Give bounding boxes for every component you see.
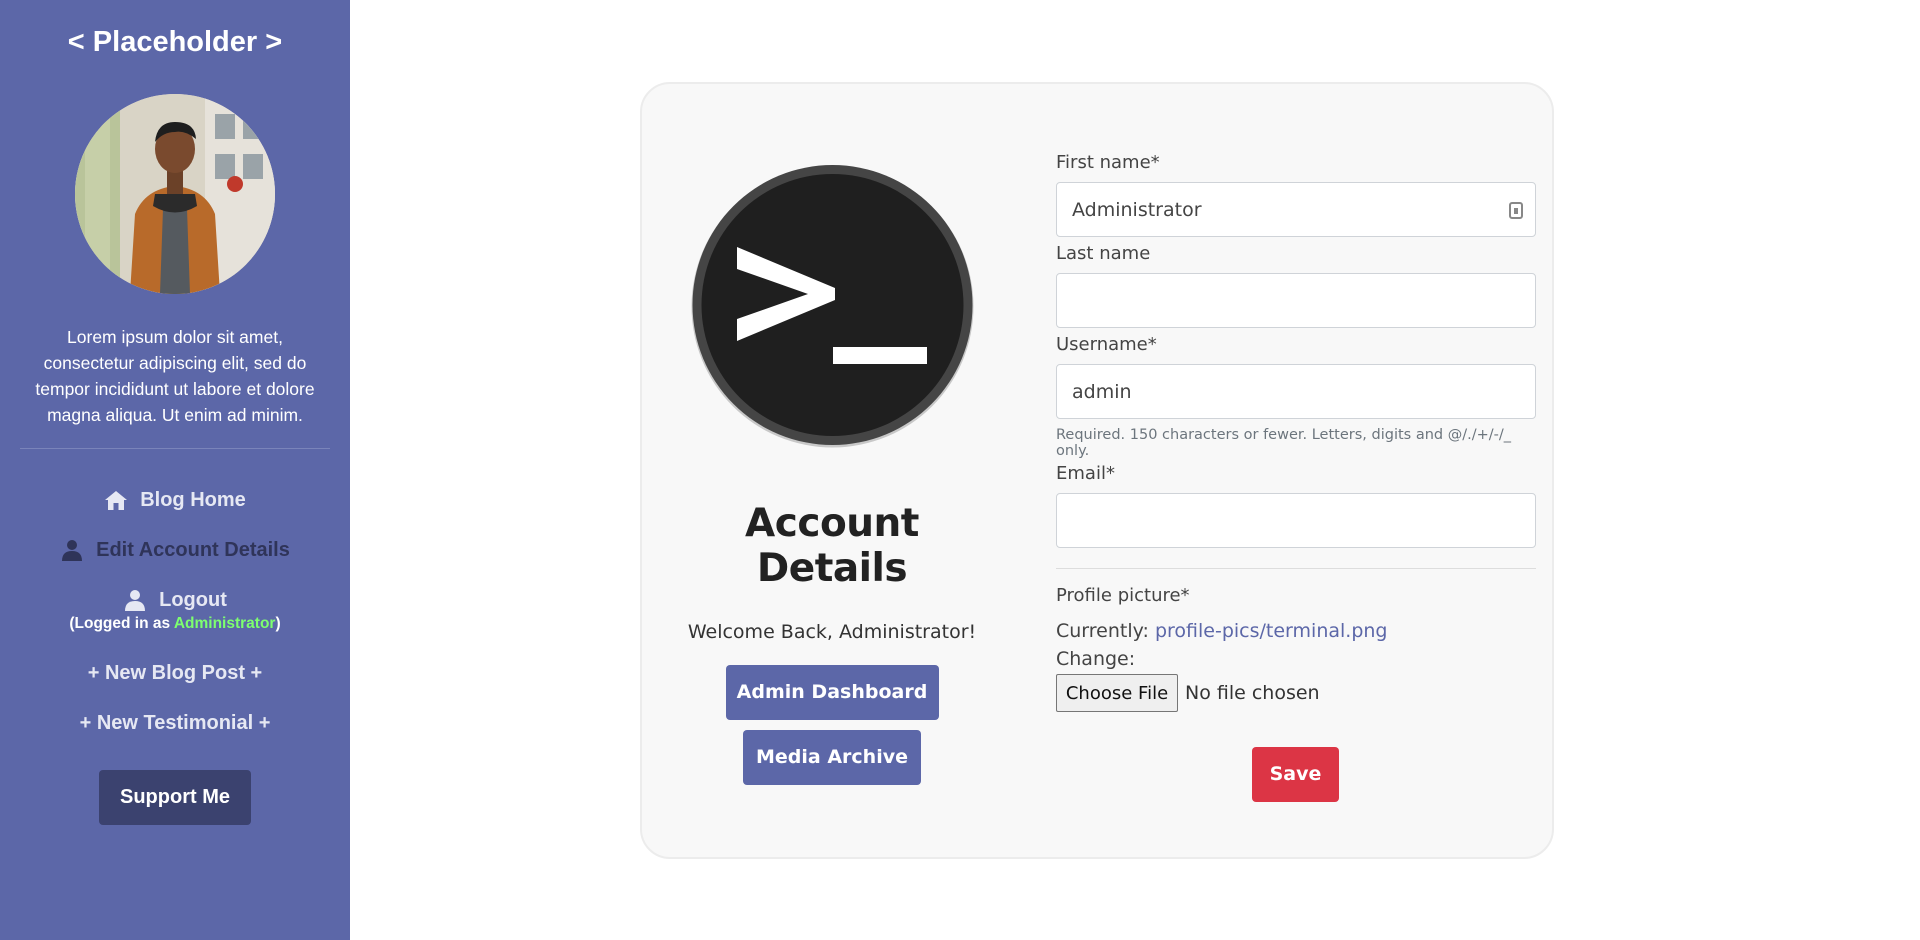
brand-title[interactable]: < Placeholder > bbox=[0, 26, 350, 59]
sidebar-divider bbox=[20, 448, 330, 449]
terminal-icon bbox=[690, 164, 975, 449]
email-field[interactable] bbox=[1056, 493, 1536, 548]
email-label: Email* bbox=[1056, 463, 1115, 484]
logged-in-suffix: ) bbox=[275, 615, 281, 632]
avatar bbox=[75, 94, 275, 294]
username-help-text: Required. 150 characters or fewer. Lette… bbox=[1056, 427, 1511, 459]
account-title: Account Details bbox=[745, 501, 919, 591]
bio-text: Lorem ipsum dolor sit amet, consectetur … bbox=[35, 327, 315, 425]
sidebar-item-blog-home[interactable]: Blog Home bbox=[0, 475, 350, 525]
logged-in-prefix: (Logged in as bbox=[69, 615, 174, 632]
choose-file-button[interactable]: Choose File bbox=[1056, 674, 1178, 712]
account-form: First name* Administrator Last name User… bbox=[1056, 84, 1536, 802]
account-summary: Account Details Welcome Back, Administra… bbox=[682, 84, 982, 785]
sidebar-item-label: Logout bbox=[159, 588, 227, 611]
new-blog-post-link[interactable]: + New Blog Post + bbox=[0, 648, 350, 698]
last-name-label: Last name bbox=[1056, 243, 1151, 264]
account-card: Account Details Welcome Back, Administra… bbox=[640, 82, 1554, 859]
file-input: Choose File No file chosen bbox=[1056, 674, 1536, 712]
media-archive-button[interactable]: Media Archive bbox=[743, 730, 921, 785]
home-icon bbox=[104, 489, 128, 511]
welcome-message: Welcome Back, Administrator! bbox=[687, 621, 977, 643]
sidebar-nav: Blog Home Edit Account Details Logout (L… bbox=[0, 475, 350, 825]
user-icon bbox=[60, 539, 84, 561]
profile-picture-label: Profile picture* bbox=[1056, 585, 1190, 606]
no-file-text: No file chosen bbox=[1185, 682, 1320, 704]
form-divider bbox=[1056, 568, 1536, 569]
sidebar: < Placeholder > Lorem ipsum dolor sit am… bbox=[0, 0, 350, 940]
new-testimonial-link[interactable]: + New Testimonial + bbox=[0, 698, 350, 748]
support-me-button[interactable]: Support Me bbox=[99, 770, 251, 825]
logged-in-username: Administrator bbox=[173, 615, 276, 632]
first-name-field[interactable]: Administrator bbox=[1056, 182, 1536, 237]
user-icon bbox=[123, 589, 147, 611]
sidebar-item-label: Edit Account Details bbox=[96, 538, 290, 561]
last-name-field[interactable] bbox=[1056, 273, 1536, 328]
sidebar-item-label: Blog Home bbox=[140, 488, 246, 511]
first-name-label: First name* bbox=[1056, 152, 1160, 173]
contact-card-icon[interactable] bbox=[1509, 202, 1523, 219]
username-value: admin bbox=[1072, 380, 1132, 403]
avatar-photo bbox=[75, 94, 275, 294]
sidebar-item-edit-account[interactable]: Edit Account Details bbox=[0, 525, 350, 575]
admin-dashboard-button[interactable]: Admin Dashboard bbox=[725, 665, 939, 720]
save-button[interactable]: Save bbox=[1252, 747, 1339, 802]
username-field[interactable]: admin bbox=[1056, 364, 1536, 419]
currently-label: Currently: bbox=[1056, 620, 1155, 642]
logged-in-status: (Logged in as Administrator) bbox=[0, 615, 350, 633]
first-name-value: Administrator bbox=[1072, 198, 1202, 221]
current-file-line: Currently: profile-pics/terminal.png bbox=[1056, 620, 1536, 642]
current-file-link[interactable]: profile-pics/terminal.png bbox=[1155, 620, 1388, 642]
change-label: Change: bbox=[1056, 648, 1136, 670]
username-label: Username* bbox=[1056, 334, 1157, 355]
